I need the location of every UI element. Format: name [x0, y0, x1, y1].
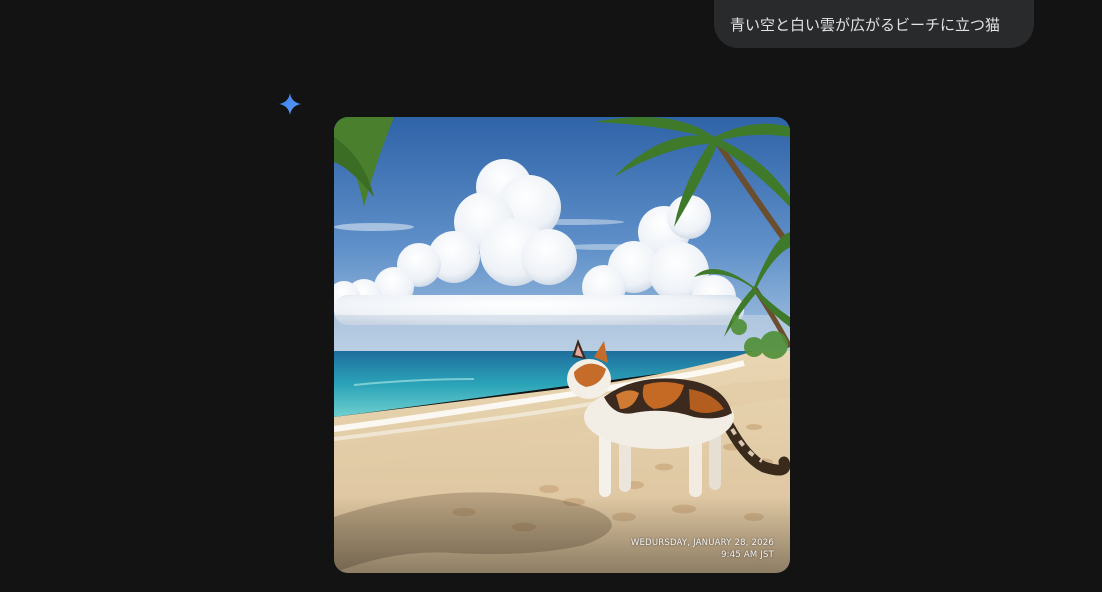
- gemini-spark-icon: [279, 93, 301, 115]
- beach-cat-illustration: [334, 117, 790, 573]
- chat-conversation: 青い空と白い雲が広がるビーチに立つ猫 WEDURSDAY, JANUARY 28…: [0, 0, 1102, 592]
- user-prompt-bubble: 青い空と白い雲が広がるビーチに立つ猫: [714, 0, 1034, 48]
- timestamp-time: 9:45 AM JST: [721, 550, 774, 560]
- timestamp-date: WEDURSDAY, JANUARY 28, 2026: [630, 538, 774, 548]
- image-timestamp: WEDURSDAY, JANUARY 28, 2026 9:45 AM JST: [631, 537, 774, 561]
- generated-image[interactable]: WEDURSDAY, JANUARY 28, 2026 9:45 AM JST: [334, 117, 790, 573]
- user-prompt-text: 青い空と白い雲が広がるビーチに立つ猫: [730, 15, 1001, 34]
